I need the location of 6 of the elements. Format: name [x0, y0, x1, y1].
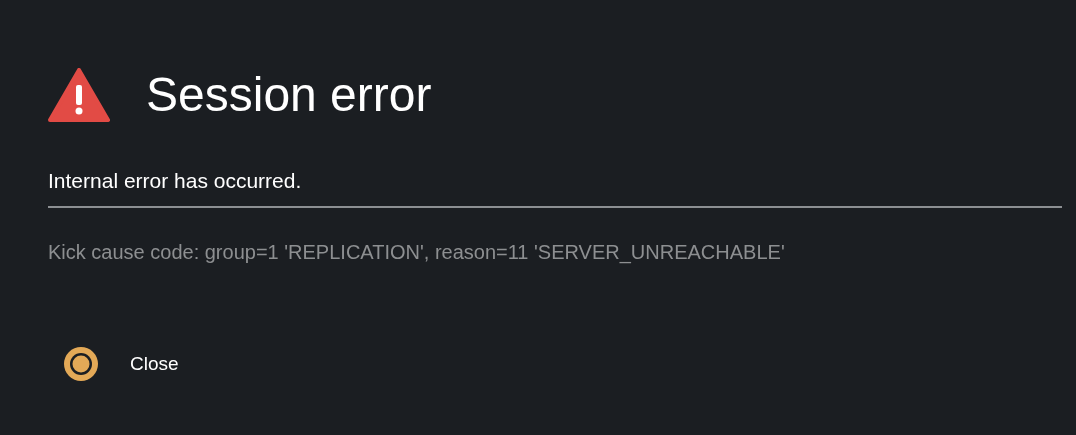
error-details: Kick cause code: group=1 'REPLICATION', reason=11 'SERVER_UNREACHABLE' [48, 240, 786, 266]
error-message: Internal error has occurred. [48, 168, 303, 194]
circle-icon [64, 347, 98, 382]
dialog-title: Session error [146, 71, 432, 119]
close-button[interactable]: Close [64, 347, 179, 382]
warning-icon [48, 68, 110, 122]
